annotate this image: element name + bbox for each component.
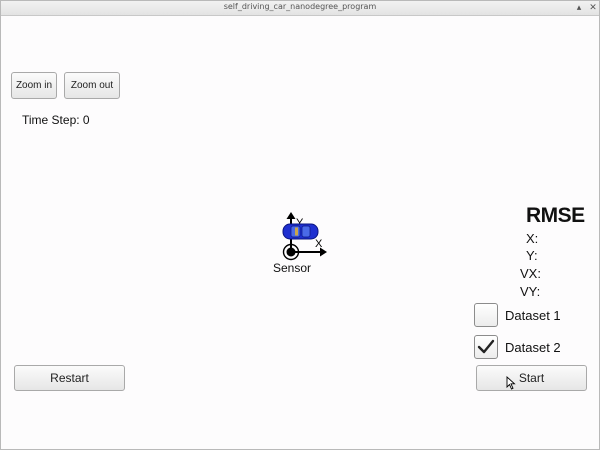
rmse-vy-label: VY:	[520, 284, 541, 299]
time-step-label: Time Step:	[22, 113, 80, 127]
time-step-value: 0	[82, 113, 90, 127]
sensor-label: Sensor	[273, 261, 312, 275]
title-bar: self_driving_car_nanodegree_program ▴ ✕	[1, 1, 599, 16]
car-icon	[282, 223, 319, 240]
rmse-x-label: X:	[526, 231, 539, 246]
start-button[interactable]: Start	[476, 365, 587, 391]
rmse-title: RMSE	[526, 204, 585, 227]
zoom-in-button[interactable]: Zoom in	[11, 72, 57, 99]
dataset-2-label[interactable]: Dataset 2	[505, 340, 561, 355]
restart-button[interactable]: Restart	[14, 365, 125, 391]
zoom-out-button[interactable]: Zoom out	[64, 72, 120, 99]
minimize-icon[interactable]: ▴	[573, 2, 585, 14]
time-step-readout: Time Step: 0	[22, 113, 90, 127]
axis-x-label: X	[315, 238, 323, 250]
dataset-1-label[interactable]: Dataset 1	[505, 308, 561, 323]
mouse-cursor-icon	[506, 376, 516, 390]
app-window: self_driving_car_nanodegree_program ▴ ✕ …	[0, 0, 600, 450]
rmse-vx-label: VX:	[520, 266, 541, 281]
window-title: self_driving_car_nanodegree_program	[223, 2, 377, 11]
dataset-2-checkbox[interactable]	[474, 335, 498, 359]
rmse-y-label: Y:	[526, 248, 538, 263]
checkmark-icon	[477, 339, 495, 354]
dataset-1-checkbox[interactable]	[474, 303, 498, 327]
close-icon[interactable]: ✕	[587, 2, 599, 14]
